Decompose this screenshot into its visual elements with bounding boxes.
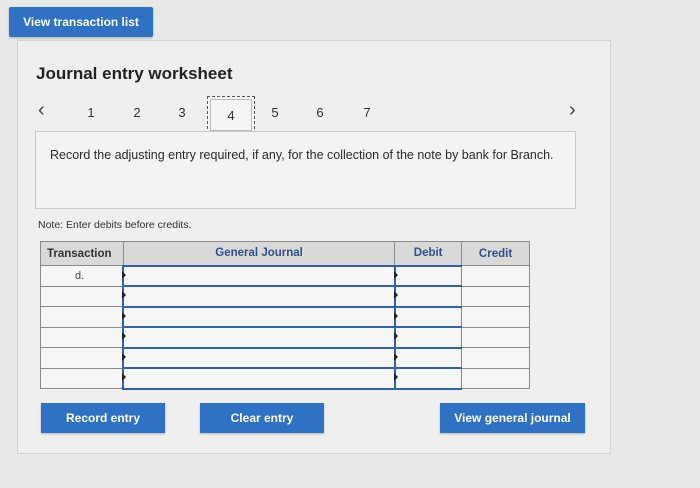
- debit-input[interactable]: [393, 264, 463, 287]
- view-transaction-list-button[interactable]: View transaction list: [9, 7, 153, 37]
- journal-worksheet-panel: Journal entry worksheet ‹ 1 2 3 4 5 6 7 …: [17, 40, 611, 454]
- credit-input[interactable]: [461, 285, 530, 307]
- account-input[interactable]: [122, 346, 396, 369]
- header-credit: Credit: [461, 241, 530, 266]
- table-row: [40, 367, 530, 390]
- transaction-cell: [40, 285, 124, 307]
- debit-input[interactable]: [393, 346, 463, 369]
- transaction-cell: [40, 326, 124, 348]
- view-general-journal-button[interactable]: View general journal: [440, 403, 585, 433]
- table-row: [40, 346, 530, 369]
- record-entry-button[interactable]: Record entry: [41, 403, 165, 433]
- header-debit: Debit: [394, 241, 463, 266]
- account-input[interactable]: [122, 264, 396, 287]
- table-row: [40, 285, 530, 308]
- credit-input[interactable]: [461, 326, 530, 348]
- debit-input[interactable]: [393, 285, 463, 308]
- clear-entry-button[interactable]: Clear entry: [200, 403, 324, 433]
- page-2[interactable]: 2: [130, 105, 144, 120]
- instruction-text: Record the adjusting entry required, if …: [35, 131, 576, 209]
- debit-input[interactable]: [393, 326, 463, 349]
- header-general-journal: General Journal: [122, 241, 396, 266]
- page-title: Journal entry worksheet: [36, 64, 233, 83]
- chevron-right-icon[interactable]: ›: [569, 99, 576, 122]
- journal-table: Transaction General Journal Debit Credit…: [40, 241, 530, 390]
- page-4-active[interactable]: 4: [207, 96, 255, 134]
- table-row: d.: [40, 264, 530, 287]
- account-input[interactable]: [122, 326, 396, 349]
- worksheet-pagination: ‹ 1 2 3 4 5 6 7 ›: [18, 93, 612, 134]
- note-text: Note: Enter debits before credits.: [38, 219, 192, 231]
- header-transaction: Transaction: [40, 241, 124, 266]
- transaction-cell: [40, 306, 124, 328]
- credit-input[interactable]: [461, 367, 530, 389]
- page-6[interactable]: 6: [313, 105, 327, 120]
- transaction-cell: d.: [40, 265, 124, 287]
- transaction-cell: [40, 347, 124, 369]
- table-row: [40, 326, 530, 349]
- chevron-left-icon[interactable]: ‹: [38, 99, 45, 122]
- account-input[interactable]: [122, 285, 396, 308]
- transaction-cell: [40, 367, 124, 389]
- debit-input[interactable]: [393, 367, 463, 390]
- credit-input[interactable]: [461, 347, 530, 369]
- account-input[interactable]: [122, 305, 396, 328]
- page-5[interactable]: 5: [268, 105, 282, 120]
- debit-input[interactable]: [393, 305, 463, 328]
- account-input[interactable]: [122, 367, 396, 390]
- page-7[interactable]: 7: [360, 105, 374, 120]
- page-1[interactable]: 1: [84, 105, 98, 120]
- credit-input[interactable]: [461, 306, 530, 328]
- credit-input[interactable]: [461, 265, 530, 287]
- table-row: [40, 305, 530, 328]
- page-3[interactable]: 3: [175, 105, 189, 120]
